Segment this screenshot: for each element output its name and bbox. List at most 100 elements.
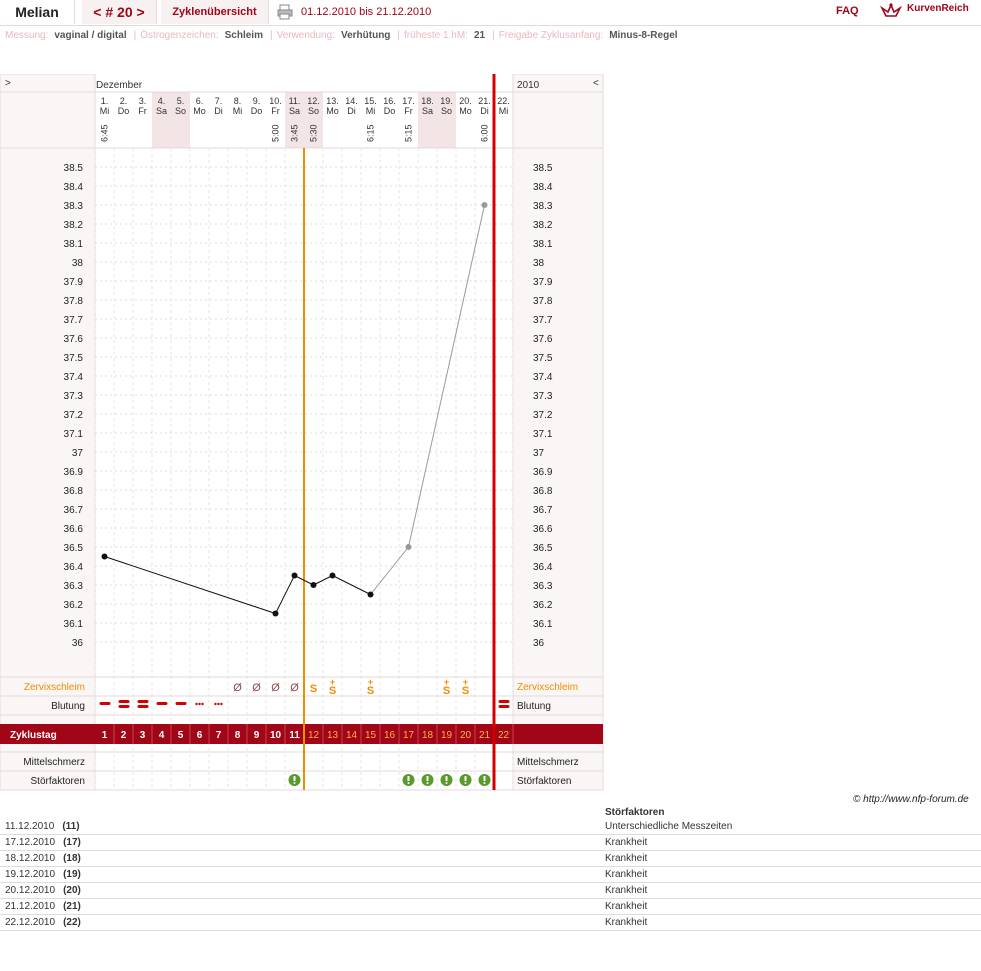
notes-row: 17.12.2010 (17) Krankheit bbox=[0, 834, 981, 851]
info-value: Verhütung bbox=[340, 30, 391, 41]
brand-logo[interactable]: KurvenReich bbox=[907, 3, 969, 14]
info-separator: | bbox=[397, 30, 401, 41]
cycle-day-number: 18 bbox=[422, 730, 434, 741]
info-value: Minus-8-Regel bbox=[609, 30, 678, 41]
y-tick-left: 36.8 bbox=[64, 486, 84, 497]
user-name[interactable]: Melian bbox=[0, 0, 75, 24]
y-tick-left: 37 bbox=[72, 448, 84, 459]
day-number: 22. bbox=[497, 96, 510, 106]
notes-date: 21.12.2010 bbox=[5, 901, 56, 912]
info-label: früheste 1.hM: bbox=[404, 30, 468, 41]
top-bar: Melian < # 20 > Zyklenübersicht 01.12.20… bbox=[0, 0, 981, 26]
measure-time: 3:45 bbox=[290, 124, 300, 142]
y-tick-right: 36.6 bbox=[533, 524, 553, 535]
info-label: Freigabe Zyklusanfang: bbox=[498, 30, 604, 41]
cycle-day-number: 3 bbox=[140, 730, 146, 741]
info-label: Verwendung: bbox=[276, 30, 335, 41]
info-label: Messung: bbox=[5, 30, 49, 41]
day-number: 1. bbox=[101, 96, 109, 106]
weekday-label: Mo bbox=[326, 106, 339, 116]
info-value: 21 bbox=[473, 30, 486, 41]
zervix-dry-symbol: Ø bbox=[233, 682, 242, 694]
notes-text: Krankheit bbox=[600, 898, 981, 915]
bleeding-heavy-bar bbox=[118, 700, 130, 703]
notes-date-cell: 11.12.2010 (11) bbox=[0, 819, 600, 835]
cycle-day-number: 1 bbox=[102, 730, 108, 741]
y-tick-right: 37.7 bbox=[533, 315, 553, 326]
y-tick-right: 37.5 bbox=[533, 353, 553, 364]
cycle-day-number: 21 bbox=[479, 730, 491, 741]
row-label-stoerfaktoren-left: Störfaktoren bbox=[31, 776, 85, 787]
y-tick-right: 37.1 bbox=[533, 429, 553, 440]
bleeding-heavy-bar bbox=[498, 700, 510, 703]
day-number: 7. bbox=[215, 96, 223, 106]
y-tick-left: 38 bbox=[72, 258, 84, 269]
measure-time: 6:15 bbox=[366, 124, 376, 142]
cycle-overview-tab[interactable]: Zyklenübersicht bbox=[161, 0, 269, 24]
day-number: 21. bbox=[478, 96, 491, 106]
cycle-day-number: 14 bbox=[346, 730, 358, 741]
day-number: 18. bbox=[421, 96, 434, 106]
notes-row: 22.12.2010 (22) Krankheit bbox=[0, 914, 981, 931]
notes-text: Krankheit bbox=[600, 850, 981, 867]
notes-date: 20.12.2010 bbox=[5, 885, 56, 896]
disturbance-icon-dot bbox=[483, 782, 486, 784]
disturbance-icon-dot bbox=[445, 782, 448, 784]
temperature-point bbox=[481, 202, 488, 208]
weekday-label: So bbox=[441, 106, 452, 116]
y-tick-right: 36.2 bbox=[533, 600, 553, 611]
y-tick-right: 38.5 bbox=[533, 163, 553, 174]
print-icon[interactable] bbox=[277, 4, 293, 20]
day-number: 20. bbox=[459, 96, 472, 106]
cycle-day-number: 5 bbox=[178, 730, 184, 741]
notes-row: 20.12.2010 (20) Krankheit bbox=[0, 882, 981, 899]
bleeding-spot-dot bbox=[217, 702, 220, 706]
y-tick-left: 36 bbox=[72, 638, 84, 649]
bleeding-heavy-bar bbox=[137, 700, 149, 703]
cycle-day-number: 9 bbox=[254, 730, 260, 741]
notes-date-cell: 22.12.2010 (22) bbox=[0, 914, 600, 931]
y-tick-left: 36.1 bbox=[64, 619, 84, 630]
y-tick-right: 38.4 bbox=[533, 182, 553, 193]
weekday-label: Mi bbox=[499, 106, 509, 116]
disturbance-icon-mark bbox=[407, 776, 410, 781]
notes-date-cell: 19.12.2010 (19) bbox=[0, 866, 600, 883]
weekday-label: Do bbox=[118, 106, 130, 116]
y-tick-left: 38.1 bbox=[64, 239, 84, 250]
y-tick-left: 38.4 bbox=[64, 182, 84, 193]
measure-time: 6:45 bbox=[100, 124, 110, 142]
faq-link[interactable]: FAQ bbox=[836, 5, 859, 17]
info-separator: | bbox=[492, 30, 495, 41]
notes-cycle-day: (11) bbox=[62, 821, 80, 832]
disturbance-icon-mark bbox=[464, 776, 467, 781]
cycle-day-number: 22 bbox=[498, 730, 510, 741]
cycle-day-number: 8 bbox=[235, 730, 241, 741]
y-tick-right: 38.1 bbox=[533, 239, 553, 250]
disturbance-icon-dot bbox=[407, 782, 410, 784]
y-tick-left: 37.9 bbox=[64, 277, 84, 288]
disturbance-icon-dot bbox=[293, 782, 296, 784]
disturbance-icon-mark bbox=[445, 776, 448, 781]
row-label-zervix-left: Zervixschleim bbox=[24, 682, 85, 693]
notes-row: 11.12.2010 (11) Unterschiedliche Messzeite… bbox=[0, 819, 981, 835]
y-tick-left: 37.3 bbox=[64, 391, 84, 402]
y-tick-left: 36.9 bbox=[64, 467, 84, 478]
day-number: 12. bbox=[307, 96, 320, 106]
bleeding-heavy-bar bbox=[137, 705, 149, 708]
nav-forward: < bbox=[593, 78, 599, 89]
weekday-label: So bbox=[308, 106, 319, 116]
y-tick-left: 36.7 bbox=[64, 505, 84, 516]
notes-date-cell: 20.12.2010 (20) bbox=[0, 882, 600, 899]
y-tick-left: 36.3 bbox=[64, 581, 84, 592]
temperature-point bbox=[291, 572, 298, 579]
notes-cycle-day: (20) bbox=[63, 885, 81, 896]
cycle-day-number: 2 bbox=[121, 730, 127, 741]
cycle-navigator[interactable]: < # 20 > bbox=[82, 0, 157, 24]
notes-header: Störfaktoren bbox=[605, 807, 665, 818]
row-label-blutung-right: Blutung bbox=[517, 701, 551, 712]
y-tick-right: 38 bbox=[533, 258, 545, 269]
notes-text: Krankheit bbox=[600, 834, 981, 851]
notes-text: Krankheit bbox=[600, 914, 981, 931]
zervix-dry-symbol: Ø bbox=[252, 682, 261, 694]
y-tick-left: 37.6 bbox=[64, 334, 84, 345]
